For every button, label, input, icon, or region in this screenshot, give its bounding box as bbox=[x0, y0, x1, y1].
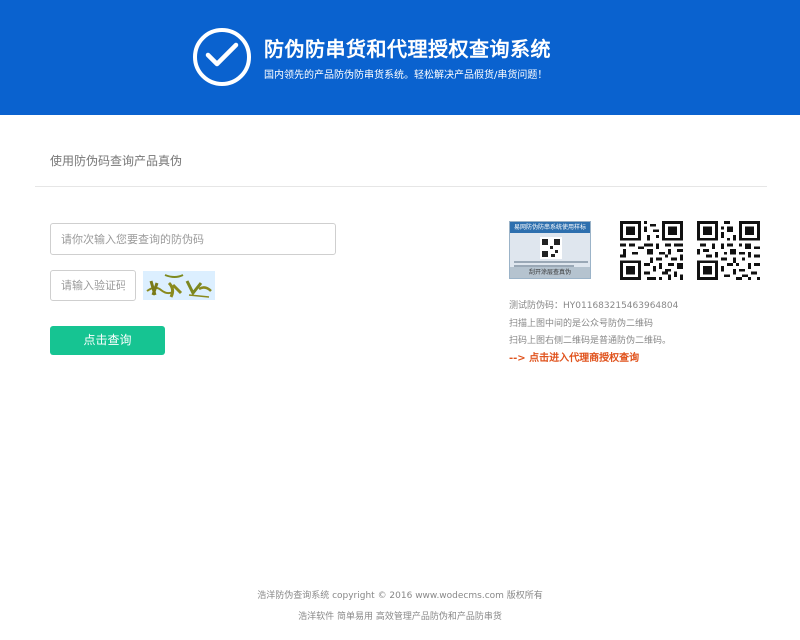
hint-standard-qr: 扫码上图右侧二维码是普通防伪二维码。 bbox=[509, 336, 672, 346]
captcha-input[interactable] bbox=[50, 270, 136, 301]
divider bbox=[35, 186, 767, 187]
hint-wechat-qr: 扫描上图中间的是公众号防伪二维码 bbox=[509, 319, 654, 329]
sample-label-scratch: 刮开涂层查真伪 bbox=[510, 267, 590, 278]
footer-copyright: 浩洋防伪查询系统 copyright © 2016 www.wodecms.co… bbox=[257, 591, 543, 601]
section-title: 使用防伪码查询产品真伪 bbox=[50, 154, 183, 168]
captcha-image[interactable] bbox=[143, 271, 215, 300]
header-banner: 防伪防串货和代理授权查询系统 国内领先的产品防伪防串货系统。轻松解决产品假货/串… bbox=[0, 0, 800, 115]
sample-label-image: 易网防伪防串系统使用样标 刮开涂层查真伪 bbox=[509, 221, 591, 279]
standard-qr-code bbox=[697, 221, 760, 280]
page-title: 防伪防串货和代理授权查询系统 bbox=[264, 37, 551, 61]
sample-label-title: 易网防伪防串系统使用样标 bbox=[510, 222, 590, 233]
page-subtitle: 国内领先的产品防伪防串货系统。轻松解决产品假货/串货问题！ bbox=[264, 70, 548, 81]
checkmark-icon bbox=[193, 28, 251, 86]
anti-fake-code-input[interactable] bbox=[50, 223, 336, 255]
test-code-text: 测试防伪码：HY011683215463964804 bbox=[509, 301, 679, 311]
query-button[interactable]: 点击查询 bbox=[50, 326, 165, 355]
agent-authorization-link[interactable]: --> 点击进入代理商授权查询 bbox=[509, 349, 639, 364]
sample-label-body bbox=[510, 233, 590, 269]
footer-slogan: 浩洋软件 简单易用 高效管理产品防伪和产品防串货 bbox=[298, 612, 502, 622]
wechat-qr-code bbox=[620, 221, 683, 280]
